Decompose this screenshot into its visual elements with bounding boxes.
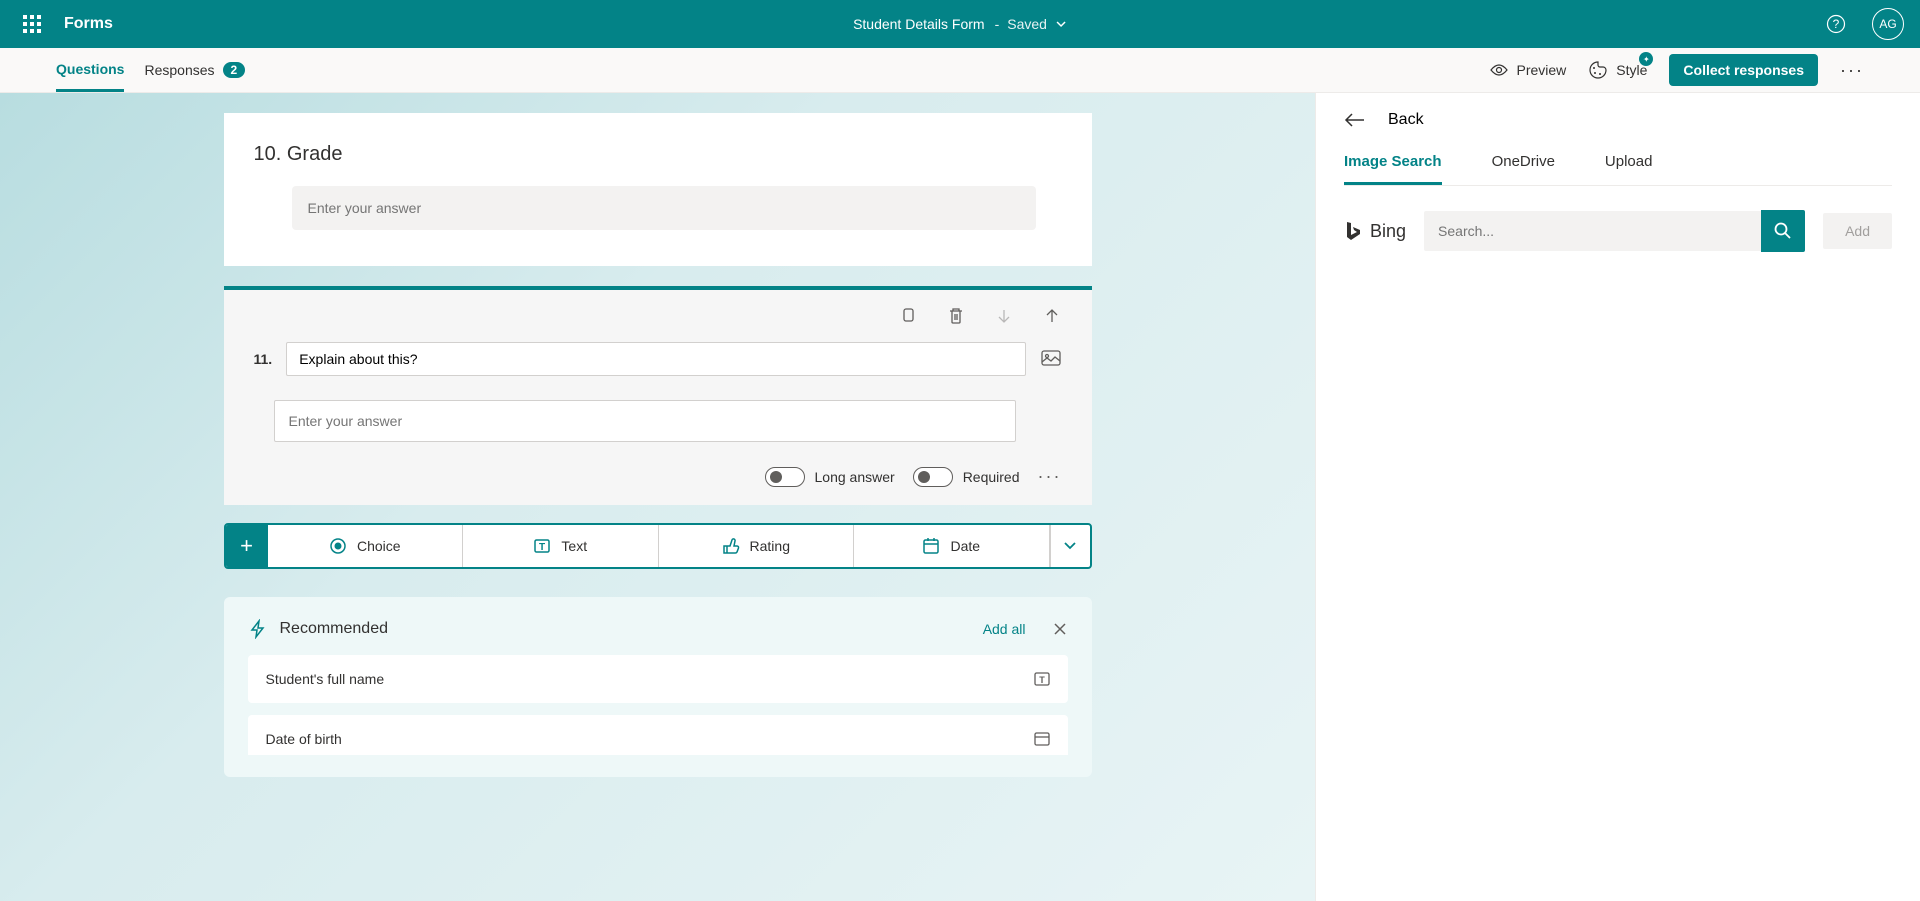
app-header: Forms Student Details Form - Saved ? AG [0,0,1920,48]
bing-logo: Bing [1344,220,1406,242]
tab-questions-label: Questions [56,61,124,77]
question-more-icon[interactable]: ··· [1038,466,1062,487]
more-options-icon[interactable]: ··· [1840,60,1864,81]
tab-responses-label: Responses [144,62,214,78]
type-date-label: Date [950,538,980,554]
add-question-button[interactable]: + [226,525,268,567]
image-search-input[interactable] [1424,211,1761,251]
eye-icon [1490,64,1508,76]
required-toggle[interactable]: Required [913,467,1020,487]
question-11-title-input[interactable] [286,342,1025,376]
long-answer-label: Long answer [815,469,895,485]
recommended-item-label: Date of birth [266,731,342,747]
type-more-button[interactable] [1050,525,1090,567]
recommended-panel: Recommended Add all Student's full name … [224,597,1092,777]
header-title-group: Student Details Form - Saved [853,16,1067,32]
question-11-answer-input[interactable] [274,400,1016,442]
close-icon[interactable] [1052,621,1068,637]
required-label: Required [963,469,1020,485]
form-title[interactable]: Student Details Form [853,16,985,32]
bing-icon [1344,220,1362,242]
saved-separator: - [995,16,1000,32]
question-10-answer-input[interactable] [292,186,1036,230]
insert-media-icon[interactable] [1040,348,1062,370]
text-icon: T [533,537,551,555]
recommended-item[interactable]: Student's full name T [248,655,1068,703]
help-icon[interactable]: ? [1820,8,1852,40]
calendar-icon [922,537,940,555]
recommended-item[interactable]: Date of birth [248,715,1068,755]
style-button[interactable]: ✦ Style [1588,60,1647,80]
search-button[interactable] [1761,210,1805,252]
question-10-label: 10. Grade [254,143,1062,166]
recommended-title: Recommended [280,620,389,638]
type-text-button[interactable]: T Text [463,525,659,567]
panel-tab-onedrive[interactable]: OneDrive [1492,153,1555,185]
type-date-button[interactable]: Date [854,525,1050,567]
image-search-panel: Back Image Search OneDrive Upload Bing A… [1315,93,1920,901]
preview-label: Preview [1516,62,1566,78]
question-11-editor[interactable]: 11. Long answer Required ··· [224,286,1092,505]
svg-text:T: T [1039,675,1045,685]
preview-button[interactable]: Preview [1490,62,1566,78]
responses-count-badge: 2 [223,62,246,78]
type-rating-label: Rating [750,538,790,554]
move-up-icon[interactable] [1042,306,1062,326]
question-11-number: 11. [254,351,273,367]
move-down-icon[interactable] [994,306,1014,326]
palette-icon [1588,60,1608,80]
type-choice-button[interactable]: Choice [268,525,464,567]
type-text-label: Text [561,538,587,554]
style-notification-dot: ✦ [1639,52,1653,66]
add-image-button: Add [1823,213,1892,249]
type-rating-button[interactable]: Rating [659,525,855,567]
panel-tab-upload[interactable]: Upload [1605,153,1653,185]
add-question-type-bar: + Choice T Text Rating Date [224,523,1092,569]
recommended-list[interactable]: Student's full name T Date of birth [248,655,1068,755]
arrow-left-icon [1344,112,1366,128]
question-10[interactable]: 10. Grade [224,113,1092,266]
delete-icon[interactable] [946,306,966,326]
bing-label: Bing [1370,221,1406,242]
form-canvas[interactable]: 10. Grade 11. [0,93,1315,901]
app-launcher-icon[interactable] [16,8,48,40]
copy-icon[interactable] [898,306,918,326]
panel-tab-image-search[interactable]: Image Search [1344,153,1442,185]
type-choice-label: Choice [357,538,401,554]
tab-responses[interactable]: Responses 2 [144,49,245,92]
text-type-icon: T [1034,671,1050,687]
svg-text:?: ? [1833,17,1840,31]
svg-text:T: T [539,542,545,553]
search-icon [1774,222,1792,240]
long-answer-toggle[interactable]: Long answer [765,467,895,487]
lightning-icon [248,619,268,639]
saved-status: Saved [1007,16,1047,32]
avatar-initials: AG [1879,17,1896,31]
panel-back-button[interactable]: Back [1344,111,1892,129]
collect-responses-button[interactable]: Collect responses [1669,54,1818,86]
recommended-item-label: Student's full name [266,671,385,687]
chevron-down-icon [1063,539,1077,553]
add-all-button[interactable]: Add all [983,621,1026,637]
calendar-type-icon [1034,731,1050,747]
back-label: Back [1388,111,1424,129]
avatar[interactable]: AG [1872,8,1904,40]
brand-label: Forms [64,15,113,33]
chevron-down-icon[interactable] [1055,18,1067,30]
radio-icon [329,537,347,555]
tab-questions[interactable]: Questions [56,49,124,92]
secondary-nav: Questions Responses 2 Preview ✦ Style Co… [0,48,1920,93]
thumbs-up-icon [722,537,740,555]
